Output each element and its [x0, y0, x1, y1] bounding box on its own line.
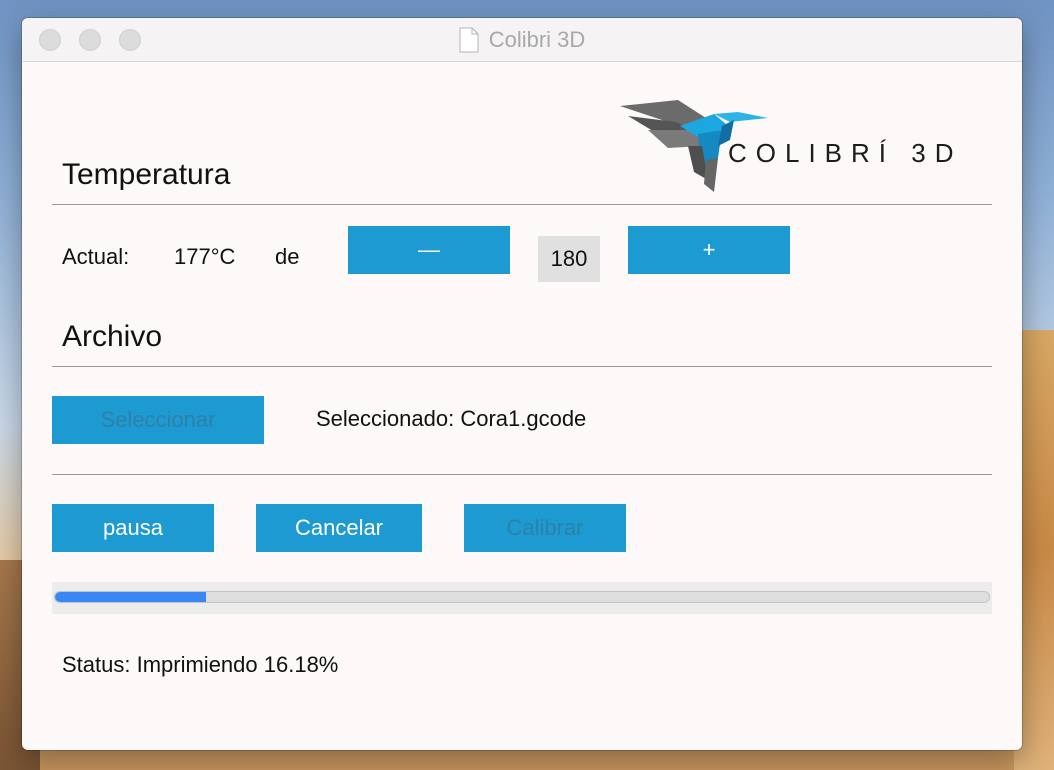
increase-temp-button[interactable]: + — [628, 226, 790, 274]
status-text: Status: Imprimiendo 16.18% — [62, 652, 339, 677]
selected-file-text: Seleccionado: Cora1.gcode — [316, 406, 587, 431]
print-progress-bar — [54, 591, 990, 603]
progress-fill — [55, 592, 207, 602]
divider — [52, 366, 992, 367]
temperature-heading: Temperatura — [62, 158, 231, 191]
title-bar[interactable]: Colibri 3D — [22, 18, 1022, 62]
app-window: Colibri 3D COLIBRÍ 3D Temperatura Actual… — [22, 18, 1022, 750]
actual-temp-value: 177°C — [174, 244, 236, 269]
actual-temp-label: Actual: — [62, 244, 130, 269]
cancel-button[interactable]: Cancelar — [256, 504, 422, 552]
divider — [52, 474, 992, 475]
document-icon — [459, 27, 479, 52]
window-title: Colibri 3D — [488, 26, 586, 52]
target-temp-value: 180 — [538, 236, 600, 282]
divider — [52, 204, 992, 205]
calibrate-button[interactable]: Calibrar — [464, 504, 626, 552]
colibri-logo: COLIBRÍ 3D — [618, 100, 982, 196]
decrease-temp-button[interactable]: — — [348, 226, 510, 274]
logo-text: COLIBRÍ 3D — [728, 138, 963, 168]
select-file-button[interactable]: Seleccionar — [52, 396, 264, 444]
file-heading: Archivo — [62, 320, 163, 353]
of-label: de — [275, 244, 300, 269]
pause-button[interactable]: pausa — [52, 504, 214, 552]
